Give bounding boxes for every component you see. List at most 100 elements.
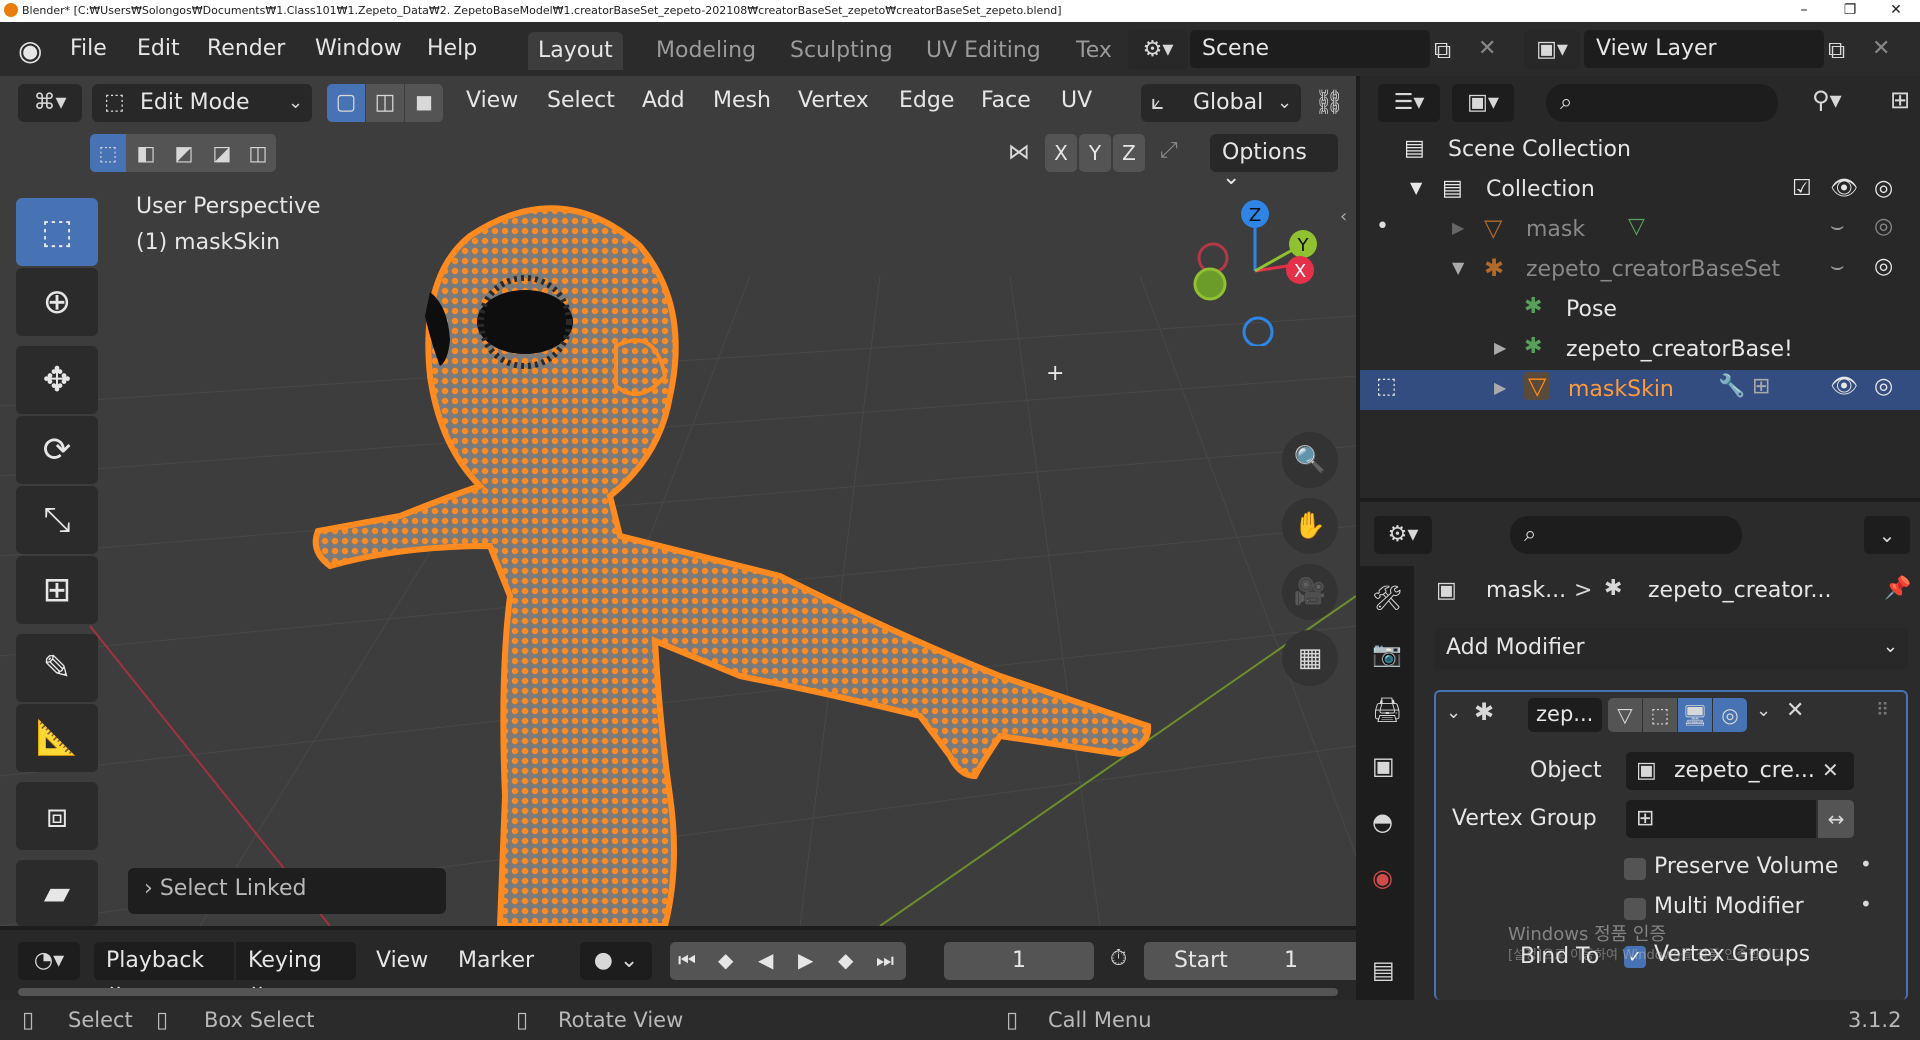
chevron-down-icon[interactable]: ⌄ <box>1864 516 1910 554</box>
invert-vertex-group-icon[interactable]: ↔ <box>1818 800 1854 838</box>
new-scene-icon[interactable]: ⧉ <box>1434 36 1451 64</box>
preserve-volume-checkbox[interactable] <box>1624 858 1646 880</box>
tool-add-cube[interactable]: ⧈ <box>16 782 98 850</box>
tool-cursor[interactable]: ⊕ <box>16 268 98 336</box>
delete-view-layer-icon[interactable]: ✕ <box>1872 36 1890 61</box>
output-tab-icon[interactable]: 🖨 <box>1372 696 1402 724</box>
tool-annotate[interactable]: ✎ <box>16 634 98 702</box>
pan-hand-icon[interactable]: ✋ <box>1282 498 1338 554</box>
keyframe-dot-icon[interactable]: • <box>1860 852 1872 876</box>
select-subtract-icon[interactable]: ◩ <box>166 134 202 172</box>
face-select-button[interactable]: ◼ <box>405 84 443 122</box>
menu-uv[interactable]: UV <box>1061 88 1092 113</box>
collapse-arrow-icon[interactable]: ⌄ <box>1446 702 1461 723</box>
display-mode-icon[interactable]: ▣▾ <box>1452 84 1514 122</box>
mode-dropdown[interactable]: ⬚ Edit Mode ⌄ <box>92 84 312 122</box>
start-frame-field[interactable]: Start 1 <box>1144 942 1356 980</box>
menu-face[interactable]: Face <box>981 88 1031 113</box>
outliner-row-scene-collection[interactable]: ▤ Scene Collection <box>1360 130 1920 170</box>
render-toggle-icon[interactable]: ◎ <box>1713 698 1747 732</box>
minimize-button[interactable]: – <box>1781 0 1827 22</box>
timeline-editor-type-icon[interactable]: ◔▾ <box>18 942 80 980</box>
zoom-icon[interactable]: 🔍 <box>1282 432 1338 488</box>
render-tab-icon[interactable]: 📷 <box>1372 640 1402 668</box>
scene-tab-icon[interactable]: ◓ <box>1372 808 1393 836</box>
properties-editor-type-icon[interactable]: ⚙▾ <box>1374 516 1432 554</box>
options-dropdown[interactable]: Options ⌄ <box>1210 134 1338 190</box>
edge-select-button[interactable]: ◫ <box>366 84 404 122</box>
3d-viewport[interactable]: + ⌘▾ ⬚ Edit Mode ⌄ ▢ ◫ ◼ View Select Add… <box>0 76 1356 926</box>
eye-closed-icon[interactable]: ⌣ <box>1830 254 1844 279</box>
timeline-scrollbar[interactable] <box>18 988 1338 996</box>
mirror-x-toggle[interactable]: X <box>1045 134 1077 172</box>
outliner-row-collection[interactable]: ▼ ▤ Collection ☑ 👁 ◎ <box>1360 170 1920 210</box>
wrench-icon[interactable]: 🔧 <box>1718 374 1745 399</box>
current-frame-field[interactable]: 1 <box>944 942 1094 980</box>
tool-select-box[interactable]: ⬚ <box>16 198 98 266</box>
eye-icon[interactable]: 👁 <box>1830 374 1858 399</box>
menu-add[interactable]: Add <box>642 88 685 113</box>
outliner-row-armature[interactable]: ▼ ✱ zepeto_creatorBaseSet ⌣ ◎ <box>1360 250 1920 290</box>
mirror-z-toggle[interactable]: Z <box>1113 134 1145 172</box>
tool-scale[interactable]: ⤡ <box>16 486 98 554</box>
menu-render[interactable]: Render <box>207 36 285 61</box>
scene-selector-icon[interactable]: ⚙▾ <box>1128 30 1188 70</box>
last-operator-panel[interactable]: › Select Linked <box>128 868 446 914</box>
vertex-group-field[interactable]: ⊞ <box>1626 800 1816 838</box>
select-invert-icon[interactable]: ◪ <box>204 134 240 172</box>
tab-layout[interactable]: Layout <box>528 32 623 70</box>
remove-modifier-icon[interactable]: ✕ <box>1786 698 1804 723</box>
sidebar-toggle-icon[interactable]: ‹ <box>1340 206 1347 227</box>
view-layer-tab-icon[interactable]: ▣ <box>1372 752 1395 780</box>
object-field[interactable]: ▣ zepeto_cre... ✕ <box>1626 752 1854 790</box>
eye-closed-icon[interactable]: ⌣ <box>1830 214 1844 239</box>
multi-modifier-checkbox[interactable] <box>1624 898 1646 920</box>
editor-type-icon[interactable]: ⌘▾ <box>18 84 82 122</box>
pivot-link-icon[interactable]: ⛓ <box>1314 88 1344 116</box>
jump-end-icon[interactable]: ⏭ <box>876 948 894 972</box>
menu-help[interactable]: Help <box>427 36 477 61</box>
camera-render-icon[interactable]: ◎ <box>1874 214 1893 239</box>
pin-icon[interactable]: 📌 <box>1884 576 1911 601</box>
tab-sculpting[interactable]: Sculpting <box>780 32 903 70</box>
outliner-editor-type-icon[interactable]: ☰▾ <box>1378 84 1440 122</box>
collection-tab-icon[interactable]: ▤ <box>1372 956 1395 984</box>
outliner-row-pose[interactable]: ✱ Pose <box>1360 290 1920 330</box>
view-layer-field[interactable]: View Layer <box>1584 30 1824 68</box>
transform-orientation-dropdown[interactable]: ⟀ Global ⌄ <box>1141 84 1301 122</box>
menu-view[interactable]: View <box>466 88 518 113</box>
select-intersect-icon[interactable]: ◫ <box>240 134 276 172</box>
keyframe-dot-icon[interactable]: • <box>1860 892 1872 916</box>
properties-search-input[interactable]: ⌕ <box>1510 516 1742 554</box>
keying-menu[interactable]: Keying ⌄ <box>236 942 356 998</box>
menu-edge[interactable]: Edge <box>899 88 954 113</box>
blender-menu-icon[interactable]: ◉ <box>18 34 42 67</box>
menu-file[interactable]: File <box>70 36 107 61</box>
playback-menu[interactable]: Playback ⌄ <box>94 942 234 998</box>
next-keyframe-icon[interactable]: ◆ <box>838 948 853 972</box>
edit-cage-toggle-icon[interactable]: ▽ <box>1608 698 1642 732</box>
play-icon[interactable]: ▶ <box>798 948 813 972</box>
camera-icon[interactable]: 🎥 <box>1282 564 1338 620</box>
snap-icon[interactable]: ⤢ <box>1160 138 1178 163</box>
vertex-groups-icon[interactable]: ⊞ <box>1752 374 1770 399</box>
vertex-select-button[interactable]: ▢ <box>327 84 365 122</box>
filter-icon[interactable]: ⚲▾ <box>1812 86 1842 114</box>
jump-start-icon[interactable]: ⏮ <box>678 948 696 972</box>
view-layer-icon[interactable]: ▣▾ <box>1524 30 1580 70</box>
select-new-icon[interactable]: ⬚ <box>90 134 126 172</box>
new-view-layer-icon[interactable]: ⧉ <box>1828 36 1845 64</box>
menu-window[interactable]: Window <box>315 36 402 61</box>
close-window-button[interactable]: ✕ <box>1873 0 1919 22</box>
menu-select[interactable]: Select <box>547 88 615 113</box>
navigation-gizmo[interactable]: Z Y X <box>1180 196 1330 346</box>
edit-mode-toggle-icon[interactable]: ⬚ <box>1643 698 1677 732</box>
new-collection-icon[interactable]: ⊞ <box>1890 86 1910 114</box>
drag-handle-icon[interactable]: ⠿ <box>1876 700 1889 721</box>
viewport-display-toggle-icon[interactable]: 🖥 <box>1678 698 1712 732</box>
stopwatch-icon[interactable]: ⏱ <box>1110 946 1127 971</box>
tool-transform[interactable]: ⊞ <box>16 556 98 624</box>
outliner-row-mask[interactable]: • ▶ ▽ mask ▽ ⌣ ◎ <box>1360 210 1920 250</box>
tool-tab-icon[interactable]: 🛠 <box>1372 584 1402 612</box>
outliner-row-armature-data[interactable]: ▶ ✱ zepeto_creatorBase! <box>1360 330 1920 370</box>
